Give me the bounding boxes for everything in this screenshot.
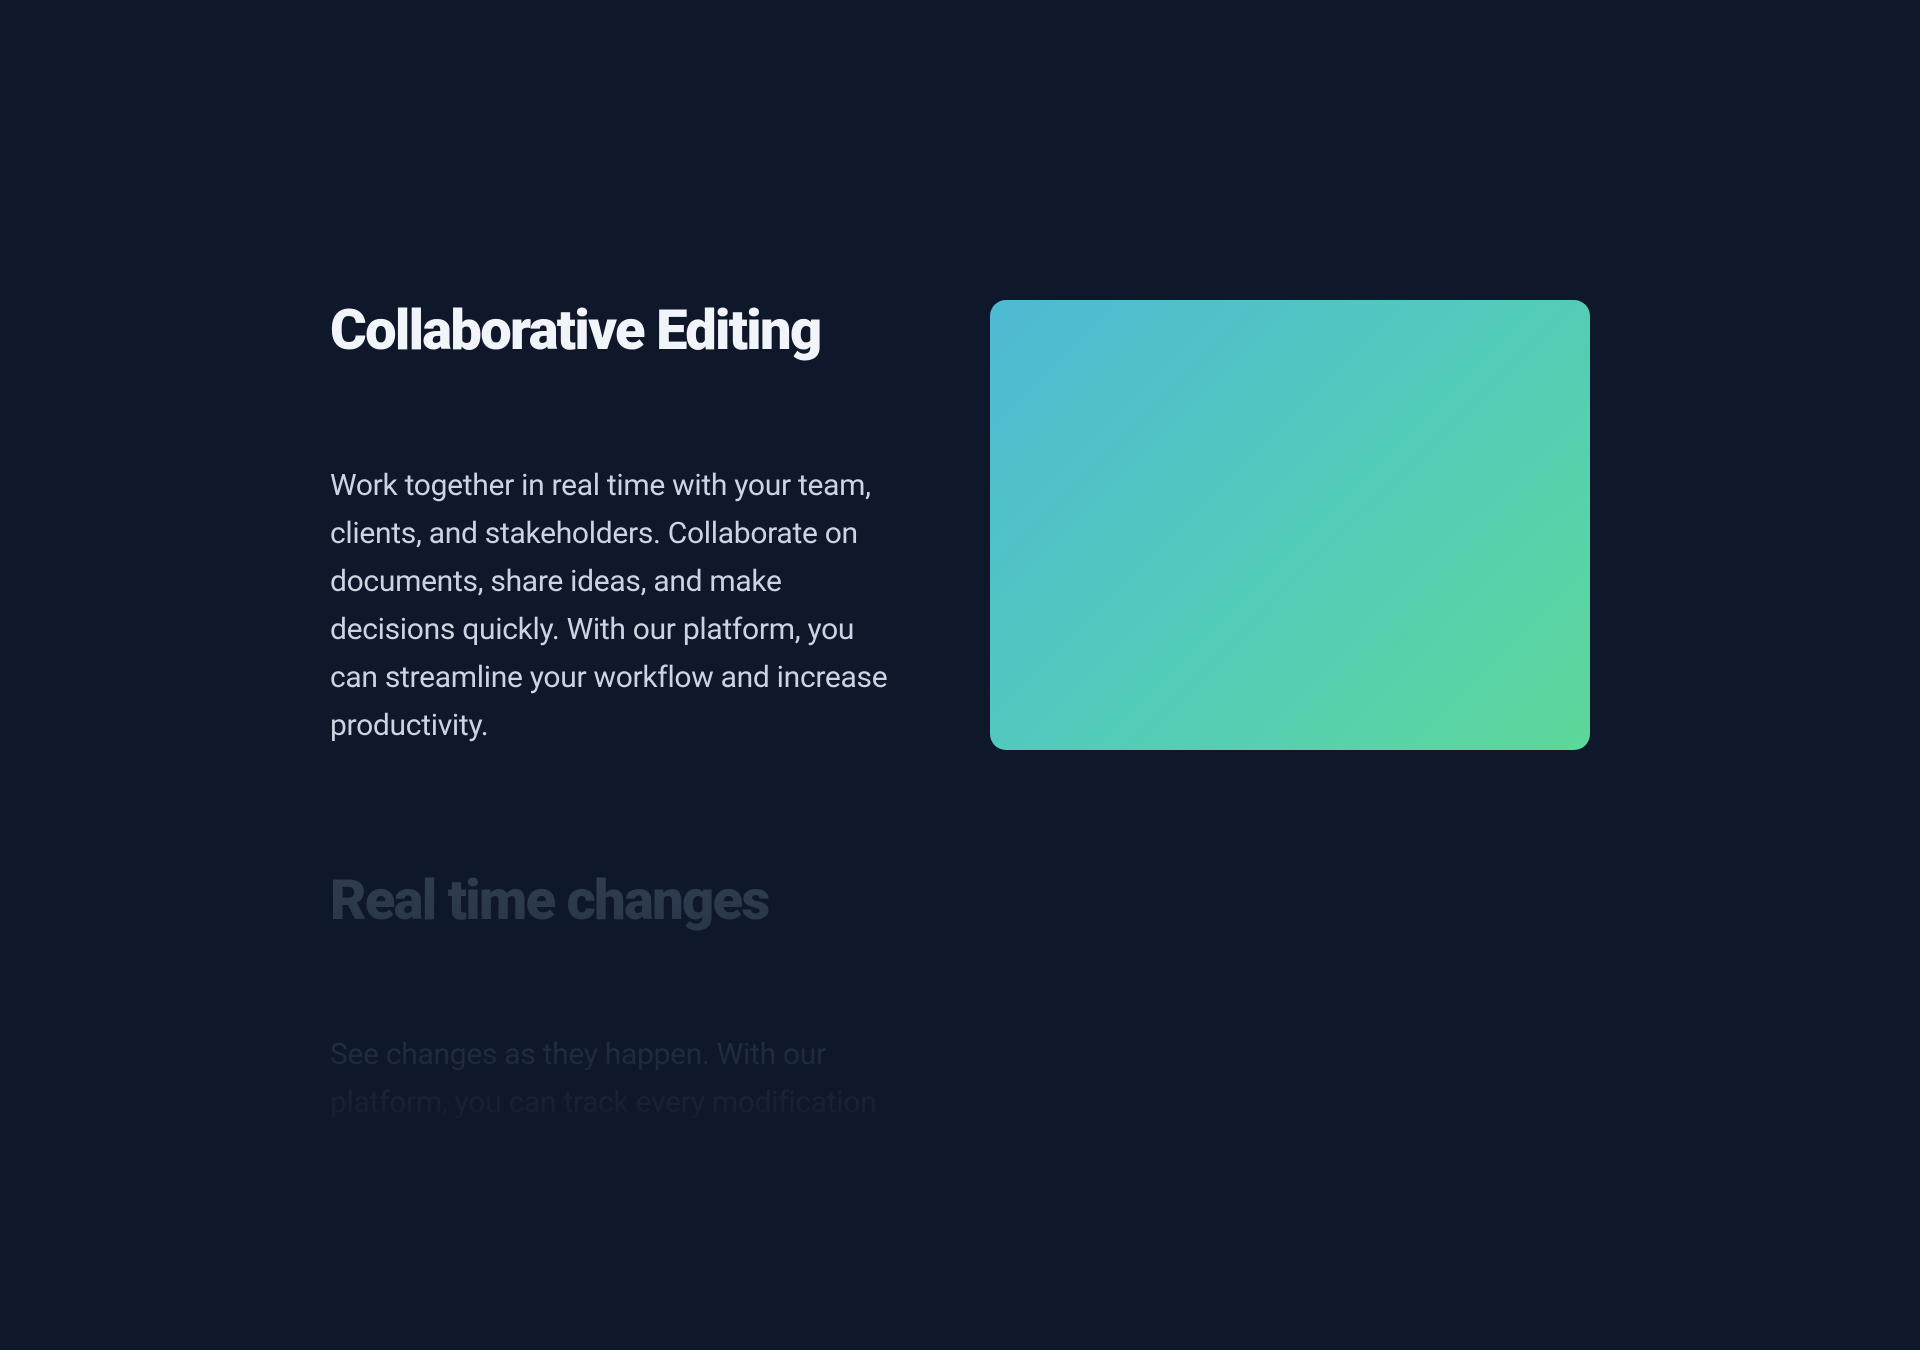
content-column: Collaborative Editing Work together in r… (330, 300, 890, 1295)
main-container: Collaborative Editing Work together in r… (230, 0, 1690, 1295)
section-title-real-time-changes: Real time changes (330, 870, 890, 932)
section-description-real-time-changes: See changes as they happen. With our pla… (330, 1031, 890, 1175)
feature-card-gradient (990, 300, 1590, 750)
section-real-time-changes: Real time changes See changes as they ha… (330, 870, 890, 1176)
section-collaborative-editing: Collaborative Editing Work together in r… (330, 300, 890, 750)
section-title-collaborative-editing: Collaborative Editing (330, 300, 890, 362)
section-description-collaborative-editing: Work together in real time with your tea… (330, 462, 890, 750)
image-column (990, 300, 1590, 1295)
